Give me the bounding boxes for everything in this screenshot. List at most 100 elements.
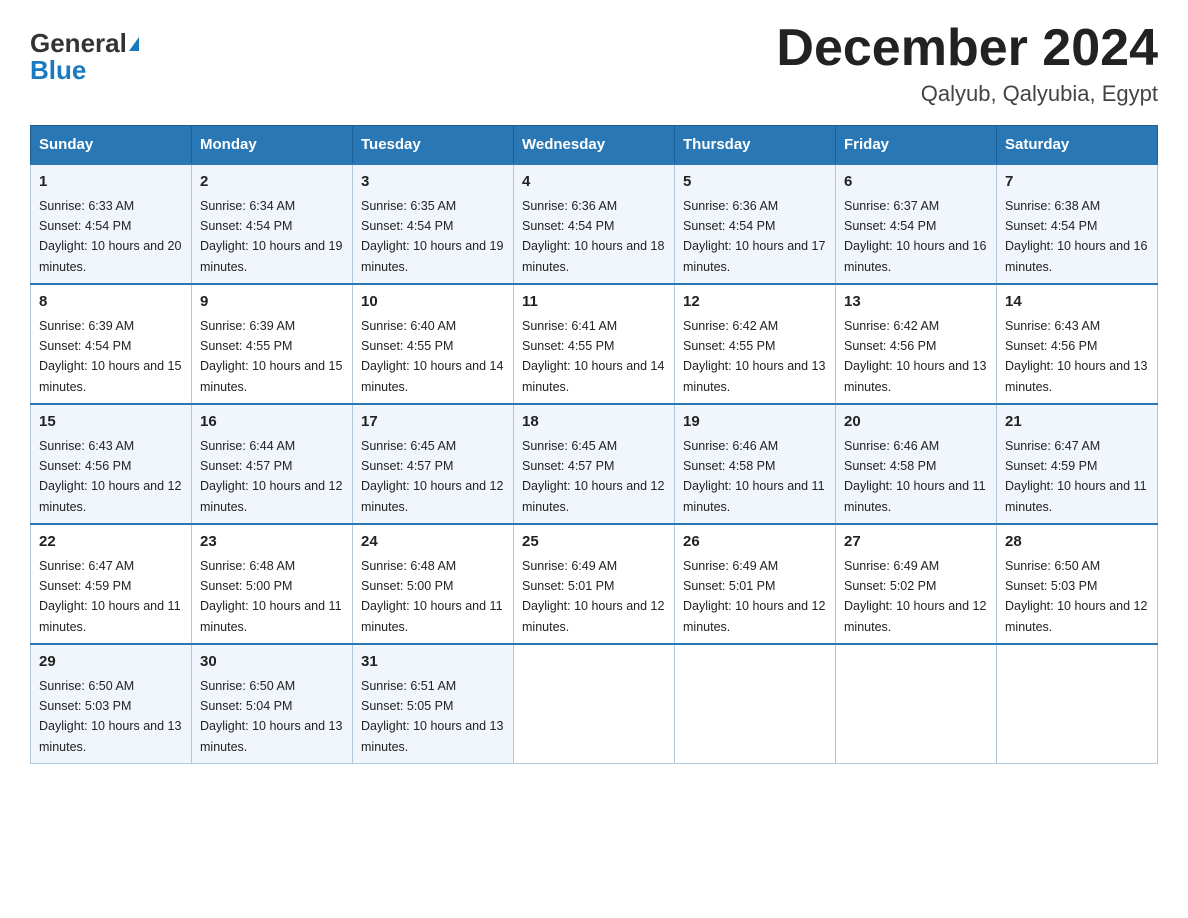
day-number: 12 (683, 291, 827, 314)
day-number: 19 (683, 411, 827, 434)
day-cell: 11 Sunrise: 6:41 AMSunset: 4:55 PMDaylig… (514, 284, 675, 404)
day-number: 28 (1005, 531, 1149, 554)
week-row-4: 22 Sunrise: 6:47 AMSunset: 4:59 PMDaylig… (31, 524, 1158, 644)
day-info: Sunrise: 6:36 AMSunset: 4:54 PMDaylight:… (522, 199, 664, 274)
day-cell: 19 Sunrise: 6:46 AMSunset: 4:58 PMDaylig… (675, 404, 836, 524)
day-info: Sunrise: 6:44 AMSunset: 4:57 PMDaylight:… (200, 439, 342, 514)
day-number: 1 (39, 171, 183, 194)
header: General Blue December 2024 Qalyub, Qalyu… (30, 20, 1158, 107)
day-number: 15 (39, 411, 183, 434)
day-number: 6 (844, 171, 988, 194)
day-info: Sunrise: 6:48 AMSunset: 5:00 PMDaylight:… (361, 559, 503, 634)
day-number: 4 (522, 171, 666, 194)
day-info: Sunrise: 6:51 AMSunset: 5:05 PMDaylight:… (361, 679, 503, 754)
day-cell: 26 Sunrise: 6:49 AMSunset: 5:01 PMDaylig… (675, 524, 836, 644)
day-number: 23 (200, 531, 344, 554)
day-cell: 20 Sunrise: 6:46 AMSunset: 4:58 PMDaylig… (836, 404, 997, 524)
calendar-table: SundayMondayTuesdayWednesdayThursdayFrid… (30, 125, 1158, 764)
day-number: 22 (39, 531, 183, 554)
day-number: 17 (361, 411, 505, 434)
header-cell-wednesday: Wednesday (514, 126, 675, 165)
day-number: 20 (844, 411, 988, 434)
day-number: 31 (361, 651, 505, 674)
day-number: 18 (522, 411, 666, 434)
logo-blue-text: Blue (30, 57, 86, 83)
day-cell: 13 Sunrise: 6:42 AMSunset: 4:56 PMDaylig… (836, 284, 997, 404)
day-cell: 1 Sunrise: 6:33 AMSunset: 4:54 PMDayligh… (31, 164, 192, 284)
day-cell: 6 Sunrise: 6:37 AMSunset: 4:54 PMDayligh… (836, 164, 997, 284)
day-info: Sunrise: 6:45 AMSunset: 4:57 PMDaylight:… (522, 439, 664, 514)
day-info: Sunrise: 6:42 AMSunset: 4:55 PMDaylight:… (683, 319, 825, 394)
day-number: 24 (361, 531, 505, 554)
day-info: Sunrise: 6:37 AMSunset: 4:54 PMDaylight:… (844, 199, 986, 274)
day-info: Sunrise: 6:34 AMSunset: 4:54 PMDaylight:… (200, 199, 342, 274)
day-number: 10 (361, 291, 505, 314)
day-cell: 14 Sunrise: 6:43 AMSunset: 4:56 PMDaylig… (997, 284, 1158, 404)
day-cell: 8 Sunrise: 6:39 AMSunset: 4:54 PMDayligh… (31, 284, 192, 404)
day-cell: 23 Sunrise: 6:48 AMSunset: 5:00 PMDaylig… (192, 524, 353, 644)
week-row-2: 8 Sunrise: 6:39 AMSunset: 4:54 PMDayligh… (31, 284, 1158, 404)
title-area: December 2024 Qalyub, Qalyubia, Egypt (776, 20, 1158, 107)
day-info: Sunrise: 6:40 AMSunset: 4:55 PMDaylight:… (361, 319, 503, 394)
day-info: Sunrise: 6:36 AMSunset: 4:54 PMDaylight:… (683, 199, 825, 274)
header-cell-tuesday: Tuesday (353, 126, 514, 165)
day-cell: 15 Sunrise: 6:43 AMSunset: 4:56 PMDaylig… (31, 404, 192, 524)
day-cell: 18 Sunrise: 6:45 AMSunset: 4:57 PMDaylig… (514, 404, 675, 524)
day-info: Sunrise: 6:50 AMSunset: 5:03 PMDaylight:… (39, 679, 181, 754)
calendar-header: SundayMondayTuesdayWednesdayThursdayFrid… (31, 126, 1158, 165)
day-number: 14 (1005, 291, 1149, 314)
day-cell: 31 Sunrise: 6:51 AMSunset: 5:05 PMDaylig… (353, 644, 514, 764)
day-cell: 21 Sunrise: 6:47 AMSunset: 4:59 PMDaylig… (997, 404, 1158, 524)
day-number: 25 (522, 531, 666, 554)
header-cell-saturday: Saturday (997, 126, 1158, 165)
day-info: Sunrise: 6:33 AMSunset: 4:54 PMDaylight:… (39, 199, 181, 274)
day-info: Sunrise: 6:50 AMSunset: 5:04 PMDaylight:… (200, 679, 342, 754)
day-cell (836, 644, 997, 764)
day-info: Sunrise: 6:41 AMSunset: 4:55 PMDaylight:… (522, 319, 664, 394)
day-info: Sunrise: 6:38 AMSunset: 4:54 PMDaylight:… (1005, 199, 1147, 274)
day-cell (514, 644, 675, 764)
day-number: 30 (200, 651, 344, 674)
day-info: Sunrise: 6:43 AMSunset: 4:56 PMDaylight:… (1005, 319, 1147, 394)
header-cell-sunday: Sunday (31, 126, 192, 165)
day-cell: 16 Sunrise: 6:44 AMSunset: 4:57 PMDaylig… (192, 404, 353, 524)
day-info: Sunrise: 6:50 AMSunset: 5:03 PMDaylight:… (1005, 559, 1147, 634)
day-cell: 30 Sunrise: 6:50 AMSunset: 5:04 PMDaylig… (192, 644, 353, 764)
day-info: Sunrise: 6:49 AMSunset: 5:01 PMDaylight:… (683, 559, 825, 634)
day-number: 3 (361, 171, 505, 194)
day-cell: 9 Sunrise: 6:39 AMSunset: 4:55 PMDayligh… (192, 284, 353, 404)
week-row-5: 29 Sunrise: 6:50 AMSunset: 5:03 PMDaylig… (31, 644, 1158, 764)
day-number: 11 (522, 291, 666, 314)
day-cell: 2 Sunrise: 6:34 AMSunset: 4:54 PMDayligh… (192, 164, 353, 284)
day-info: Sunrise: 6:49 AMSunset: 5:02 PMDaylight:… (844, 559, 986, 634)
day-number: 8 (39, 291, 183, 314)
day-cell: 28 Sunrise: 6:50 AMSunset: 5:03 PMDaylig… (997, 524, 1158, 644)
day-number: 5 (683, 171, 827, 194)
day-cell: 10 Sunrise: 6:40 AMSunset: 4:55 PMDaylig… (353, 284, 514, 404)
day-cell (675, 644, 836, 764)
day-cell: 4 Sunrise: 6:36 AMSunset: 4:54 PMDayligh… (514, 164, 675, 284)
week-row-1: 1 Sunrise: 6:33 AMSunset: 4:54 PMDayligh… (31, 164, 1158, 284)
day-number: 7 (1005, 171, 1149, 194)
week-row-3: 15 Sunrise: 6:43 AMSunset: 4:56 PMDaylig… (31, 404, 1158, 524)
day-number: 21 (1005, 411, 1149, 434)
logo-top: General (30, 30, 139, 57)
location-title: Qalyub, Qalyubia, Egypt (776, 81, 1158, 107)
day-cell: 12 Sunrise: 6:42 AMSunset: 4:55 PMDaylig… (675, 284, 836, 404)
day-number: 26 (683, 531, 827, 554)
day-number: 13 (844, 291, 988, 314)
day-info: Sunrise: 6:35 AMSunset: 4:54 PMDaylight:… (361, 199, 503, 274)
day-number: 2 (200, 171, 344, 194)
day-info: Sunrise: 6:39 AMSunset: 4:54 PMDaylight:… (39, 319, 181, 394)
day-cell: 25 Sunrise: 6:49 AMSunset: 5:01 PMDaylig… (514, 524, 675, 644)
header-cell-monday: Monday (192, 126, 353, 165)
logo-general-text: General (30, 28, 127, 58)
day-cell: 27 Sunrise: 6:49 AMSunset: 5:02 PMDaylig… (836, 524, 997, 644)
day-info: Sunrise: 6:42 AMSunset: 4:56 PMDaylight:… (844, 319, 986, 394)
header-row: SundayMondayTuesdayWednesdayThursdayFrid… (31, 126, 1158, 165)
day-cell: 24 Sunrise: 6:48 AMSunset: 5:00 PMDaylig… (353, 524, 514, 644)
day-cell: 7 Sunrise: 6:38 AMSunset: 4:54 PMDayligh… (997, 164, 1158, 284)
day-info: Sunrise: 6:43 AMSunset: 4:56 PMDaylight:… (39, 439, 181, 514)
day-number: 16 (200, 411, 344, 434)
day-cell: 5 Sunrise: 6:36 AMSunset: 4:54 PMDayligh… (675, 164, 836, 284)
